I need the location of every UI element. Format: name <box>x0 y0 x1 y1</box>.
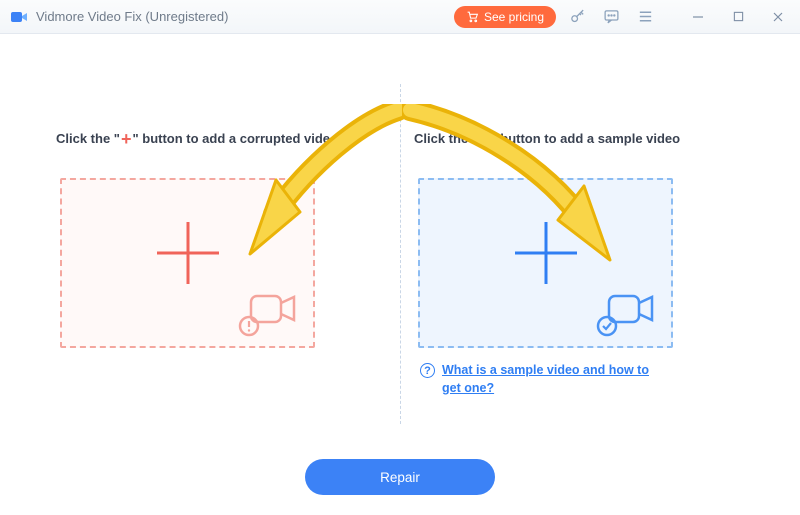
camera-error-icon <box>237 288 299 338</box>
feedback-icon[interactable] <box>598 4 624 30</box>
sample-video-label: Click the "+" button to add a sample vid… <box>414 129 744 150</box>
add-corrupted-video-dropzone[interactable] <box>60 178 315 348</box>
see-pricing-label: See pricing <box>484 10 544 24</box>
sample-video-help-link[interactable]: What is a sample video and how to get on… <box>442 362 670 397</box>
menu-icon[interactable] <box>632 4 658 30</box>
titlebar: Vidmore Video Fix (Unregistered) See pri… <box>0 0 800 34</box>
sample-video-pane: Click the "+" button to add a sample vid… <box>414 129 744 397</box>
key-icon[interactable] <box>564 4 590 30</box>
minimize-button[interactable] <box>682 4 714 30</box>
plus-icon <box>151 216 225 290</box>
repair-button[interactable]: Repair <box>305 459 495 495</box>
plus-icon <box>509 216 583 290</box>
corrupted-video-pane: Click the "+" button to add a corrupted … <box>56 129 386 348</box>
close-button[interactable] <box>762 4 794 30</box>
add-sample-video-dropzone[interactable] <box>418 178 673 348</box>
corrupted-video-label: Click the "+" button to add a corrupted … <box>56 129 386 150</box>
plus-icon: + <box>478 129 491 149</box>
help-icon: ? <box>420 363 435 378</box>
see-pricing-button[interactable]: See pricing <box>454 6 556 28</box>
app-logo-icon <box>10 8 28 26</box>
plus-icon: + <box>120 129 133 149</box>
center-divider <box>400 84 401 424</box>
maximize-button[interactable] <box>722 4 754 30</box>
app-title: Vidmore Video Fix (Unregistered) <box>36 9 228 24</box>
sample-help-row: ? What is a sample video and how to get … <box>420 362 670 397</box>
main-area: Click the "+" button to add a corrupted … <box>0 34 800 515</box>
camera-check-icon <box>595 288 657 338</box>
